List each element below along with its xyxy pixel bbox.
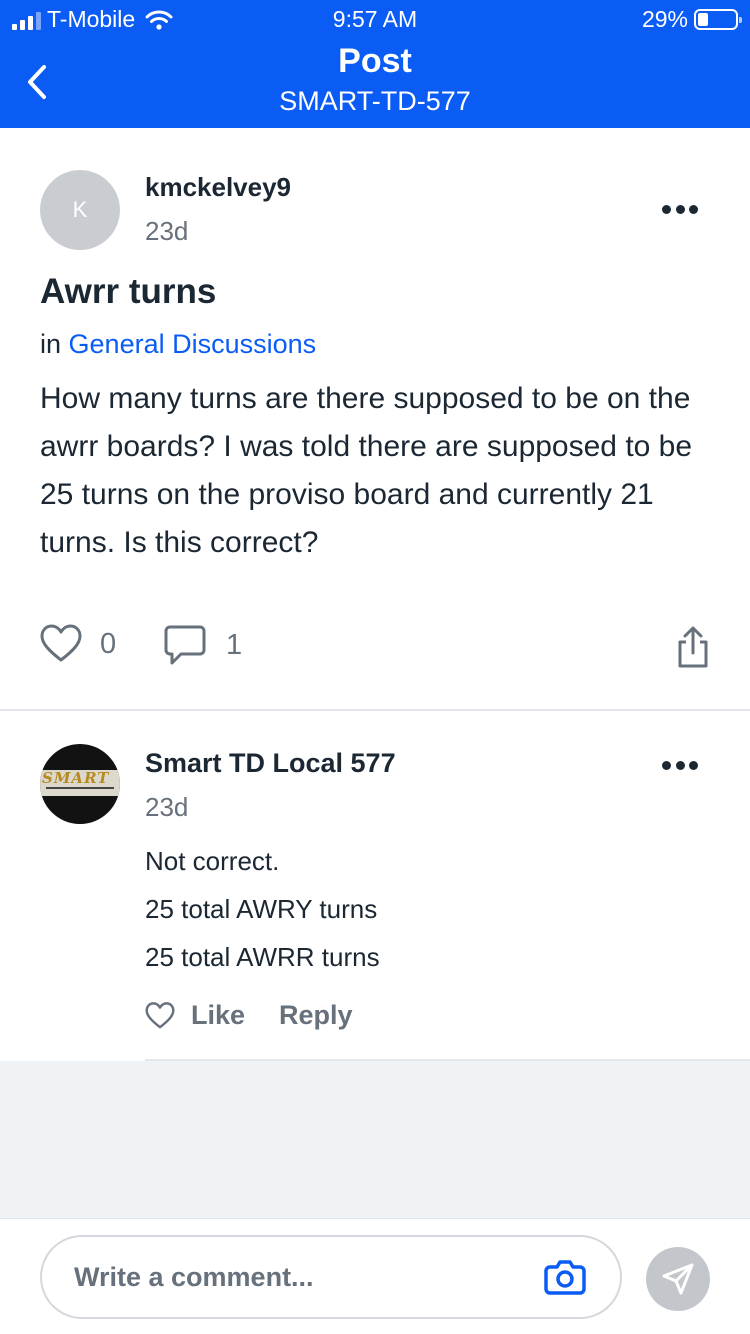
post-title: Awrr turns [40, 272, 217, 311]
battery-percent: 29% [641, 6, 688, 32]
category-link[interactable]: General Discussions [69, 329, 317, 359]
comment-icon [164, 625, 206, 665]
empty-background [0, 1061, 750, 1218]
post-age: 23d [145, 216, 189, 246]
post-body: How many turns are there supposed to be … [40, 382, 693, 559]
reply-like-button[interactable]: Like [145, 1000, 245, 1031]
post-more-options-button[interactable] [662, 203, 698, 215]
page-subtitle: SMART-TD-577 [279, 86, 471, 116]
reply-like-label: Like [191, 1000, 246, 1030]
status-time: 9:57 AM [332, 6, 418, 32]
status-right: 29% [641, 6, 742, 33]
reply-actions: Like Reply [145, 1000, 353, 1031]
comment-button[interactable]: 1 [164, 624, 242, 666]
send-icon [662, 1263, 694, 1295]
dot-icon [689, 760, 698, 770]
comment-composer [0, 1218, 750, 1334]
category-prefix: in [40, 329, 62, 359]
like-count: 0 [100, 627, 117, 660]
dot-icon [662, 760, 671, 770]
app-header: T-Mobile 9:57 AM 29% Post SMART-TD-577 [0, 0, 750, 128]
reply-more-options-button[interactable] [662, 759, 698, 771]
heart-icon [40, 624, 82, 662]
reply-avatar-logo[interactable]: SMART [40, 744, 120, 824]
heart-icon [145, 1001, 175, 1028]
send-button[interactable] [646, 1247, 710, 1311]
share-icon [678, 626, 708, 668]
reply-author[interactable]: Smart TD Local 577 [145, 748, 396, 779]
comment-input[interactable] [74, 1257, 504, 1297]
post-category: in General Discussions [40, 329, 316, 360]
dot-icon [675, 204, 685, 214]
like-button[interactable]: 0 [40, 624, 116, 664]
page-title: Post [338, 42, 412, 80]
comment-count: 1 [226, 628, 243, 661]
reply-age: 23d [145, 792, 189, 822]
reply-text-line: 25 total AWRR turns [145, 942, 380, 972]
reply-button[interactable]: Reply [279, 1000, 353, 1031]
dot-icon [675, 760, 685, 770]
dot-icon [689, 204, 698, 214]
post-author[interactable]: kmckelvey9 [145, 172, 291, 203]
battery-fill [698, 13, 709, 26]
post-actions: 0 1 [40, 624, 710, 670]
battery-icon [694, 9, 742, 30]
camera-icon[interactable] [544, 1259, 586, 1295]
comment-input-container[interactable] [40, 1235, 622, 1319]
status-bar: T-Mobile 9:57 AM 29% [0, 0, 750, 40]
logo-divider [46, 787, 114, 789]
reply-text-line: Not correct. [145, 846, 280, 876]
avatar[interactable]: K [40, 170, 120, 250]
logo-text: SMART [42, 769, 110, 787]
avatar-letter: K [72, 197, 88, 222]
section-divider [0, 709, 750, 711]
reply-text-line: 25 total AWRY turns [145, 894, 378, 924]
share-button[interactable] [676, 626, 710, 668]
dot-icon [662, 204, 671, 214]
